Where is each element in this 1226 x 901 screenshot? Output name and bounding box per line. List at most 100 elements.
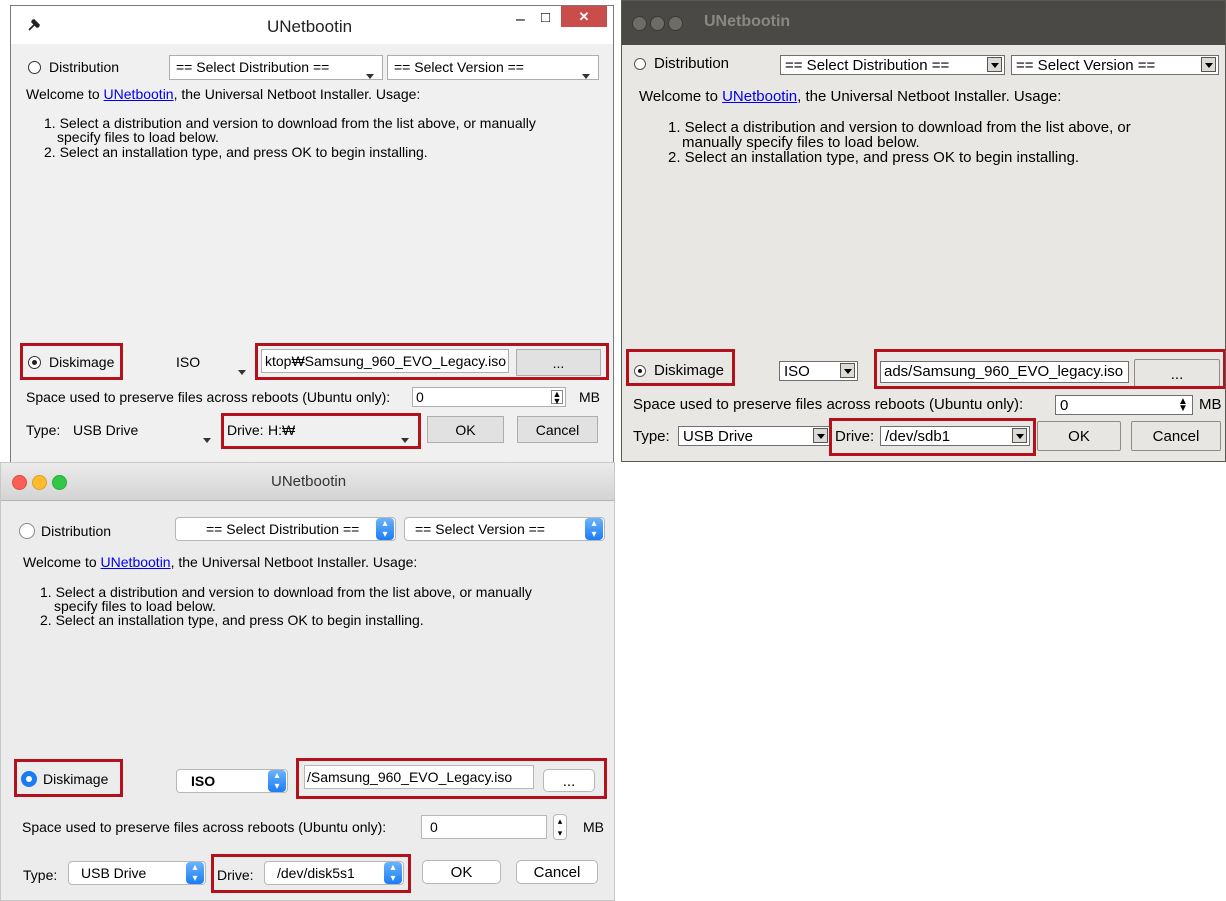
maximize-icon[interactable] <box>668 16 683 31</box>
minimize-button[interactable]: – <box>516 11 525 29</box>
cancel-button[interactable]: Cancel <box>517 416 598 443</box>
space-spinbox[interactable]: 0 <box>421 815 547 839</box>
type-select[interactable]: USB Drive <box>678 426 831 446</box>
instruction-2: 2. Select an installation type, and pres… <box>44 144 428 160</box>
instruction-1a: 1. Select a distribution and version to … <box>44 115 536 131</box>
distribution-radio[interactable] <box>28 61 41 74</box>
type-select[interactable]: USB Drive ▴ ▾ <box>68 861 206 885</box>
welcome-text: Welcome to UNetbootin, the Universal Net… <box>26 87 420 101</box>
unetbootin-link[interactable]: UNetbootin <box>722 88 797 105</box>
diskimage-type-select[interactable]: ISO <box>176 354 200 370</box>
instruction-1a: 1. Select a distribution and version to … <box>40 584 532 600</box>
version-select[interactable]: == Select Version == <box>387 55 599 80</box>
title-bar: UNetbootin <box>622 1 1225 45</box>
chevron-down-icon <box>813 428 828 443</box>
drive-highlight-box <box>211 854 411 893</box>
welcome-suffix: , the Universal Netboot Installer. Usage… <box>173 86 421 102</box>
drive-highlight-box <box>221 413 421 449</box>
distribution-select[interactable]: == Select Distribution == <box>780 55 1005 75</box>
iso-path-highlight-box <box>255 343 609 380</box>
window-title: UNetbootin <box>267 17 353 36</box>
title-bar: UNetbootin – □ ✕ <box>11 6 613 44</box>
version-select-value: == Select Version == <box>1016 57 1156 74</box>
type-value: USB Drive <box>81 865 147 881</box>
chevron-updown-icon: ▴ ▾ <box>186 862 204 884</box>
space-unit: MB <box>1199 396 1222 413</box>
unetbootin-link[interactable]: UNetbootin <box>104 86 174 102</box>
space-value: 0 <box>430 819 438 835</box>
spin-arrows-icon[interactable]: ▲ ▼ <box>1176 397 1190 414</box>
space-label: Space used to preserve files across rebo… <box>26 389 391 405</box>
distribution-radio[interactable] <box>634 58 646 70</box>
chevron-down-icon <box>1201 57 1216 72</box>
instruction-2: 2. Select an installation type, and pres… <box>40 612 424 628</box>
distribution-radio[interactable] <box>19 523 35 539</box>
instruction-1b: specify files to load below. <box>54 598 216 614</box>
version-select[interactable]: == Select Version == ▴ ▾ <box>404 517 605 541</box>
maximize-button[interactable]: □ <box>541 9 550 26</box>
ok-button[interactable]: OK <box>427 416 504 443</box>
distribution-label: Distribution <box>49 59 120 75</box>
space-spinbox[interactable]: 0 ▲ ▼ <box>1055 395 1193 415</box>
chevron-down-icon <box>987 57 1002 72</box>
unetbootin-link[interactable]: UNetbootin <box>101 554 171 570</box>
minimize-icon[interactable] <box>650 16 665 31</box>
diskimage-type-select[interactable]: ISO ▴ ▾ <box>176 769 288 793</box>
unetbootin-ubuntu-window: UNetbootin Distribution == Select Distri… <box>621 0 1226 462</box>
ok-button[interactable]: OK <box>422 860 501 884</box>
unetbootin-windows-window: UNetbootin – □ ✕ Distribution == Select … <box>10 5 614 475</box>
chevron-down-icon <box>203 430 211 446</box>
title-bar: UNetbootin <box>1 463 614 501</box>
welcome-suffix: , the Universal Netboot Installer. Usage… <box>170 554 418 570</box>
type-label: Type: <box>633 428 670 445</box>
close-button[interactable]: ✕ <box>561 6 607 27</box>
cancel-button[interactable]: Cancel <box>516 860 598 884</box>
space-value: 0 <box>416 389 424 405</box>
unetbootin-mac-window: UNetbootin Distribution == Select Distri… <box>0 462 615 901</box>
distribution-select-value: == Select Distribution == <box>206 521 360 537</box>
instruction-1b: manually specify files to load below. <box>682 134 920 151</box>
space-label: Space used to preserve files across rebo… <box>22 819 387 835</box>
distribution-label: Distribution <box>41 523 112 539</box>
type-select[interactable]: USB Drive <box>73 422 138 438</box>
diskimage-type-value: ISO <box>784 363 810 380</box>
instruction-2: 2. Select an installation type, and pres… <box>668 149 1080 166</box>
distribution-select-value: == Select Distribution == <box>176 59 330 75</box>
diskimage-highlight-box <box>14 759 123 797</box>
drive-highlight-box <box>829 418 1036 456</box>
close-icon[interactable] <box>632 16 647 31</box>
type-label: Type: <box>23 867 58 883</box>
chevron-down-icon <box>582 66 590 82</box>
minimize-icon[interactable] <box>32 475 47 490</box>
spin-arrows-icon[interactable]: ▴ ▾ <box>553 814 567 840</box>
space-spinbox[interactable]: 0 ▲ ▼ <box>412 387 566 407</box>
space-label: Space used to preserve files across rebo… <box>633 396 1024 413</box>
welcome-text: Welcome to UNetbootin, the Universal Net… <box>23 555 417 569</box>
zoom-icon[interactable] <box>52 475 67 490</box>
version-select-value: == Select Version == <box>394 59 524 75</box>
close-icon[interactable] <box>12 475 27 490</box>
welcome-prefix: Welcome to <box>23 554 101 570</box>
instruction-1b: specify files to load below. <box>57 129 219 145</box>
version-select[interactable]: == Select Version == <box>1011 55 1219 75</box>
chevron-updown-icon: ▴ ▾ <box>585 518 603 540</box>
diskimage-highlight-box <box>20 343 123 380</box>
distribution-select[interactable]: == Select Distribution == ▴ ▾ <box>175 517 396 541</box>
type-value: USB Drive <box>683 428 754 445</box>
space-value: 0 <box>1060 397 1069 414</box>
welcome-prefix: Welcome to <box>26 86 104 102</box>
distribution-label: Distribution <box>654 55 730 72</box>
diskimage-type-select[interactable]: ISO <box>779 361 858 381</box>
chevron-down-icon <box>840 363 855 378</box>
cancel-button[interactable]: Cancel <box>1131 421 1221 451</box>
iso-path-highlight-box <box>296 758 607 799</box>
distribution-select[interactable]: == Select Distribution == <box>169 55 383 80</box>
instruction-1a: 1. Select a distribution and version to … <box>668 119 1131 136</box>
diskimage-type-value: ISO <box>191 773 216 789</box>
space-unit: MB <box>583 819 604 835</box>
distribution-select-value: == Select Distribution == <box>785 57 950 74</box>
window-title: UNetbootin <box>271 473 347 490</box>
spin-arrows-icon[interactable]: ▲ ▼ <box>551 390 563 406</box>
space-unit: MB <box>579 389 600 405</box>
ok-button[interactable]: OK <box>1037 421 1121 451</box>
